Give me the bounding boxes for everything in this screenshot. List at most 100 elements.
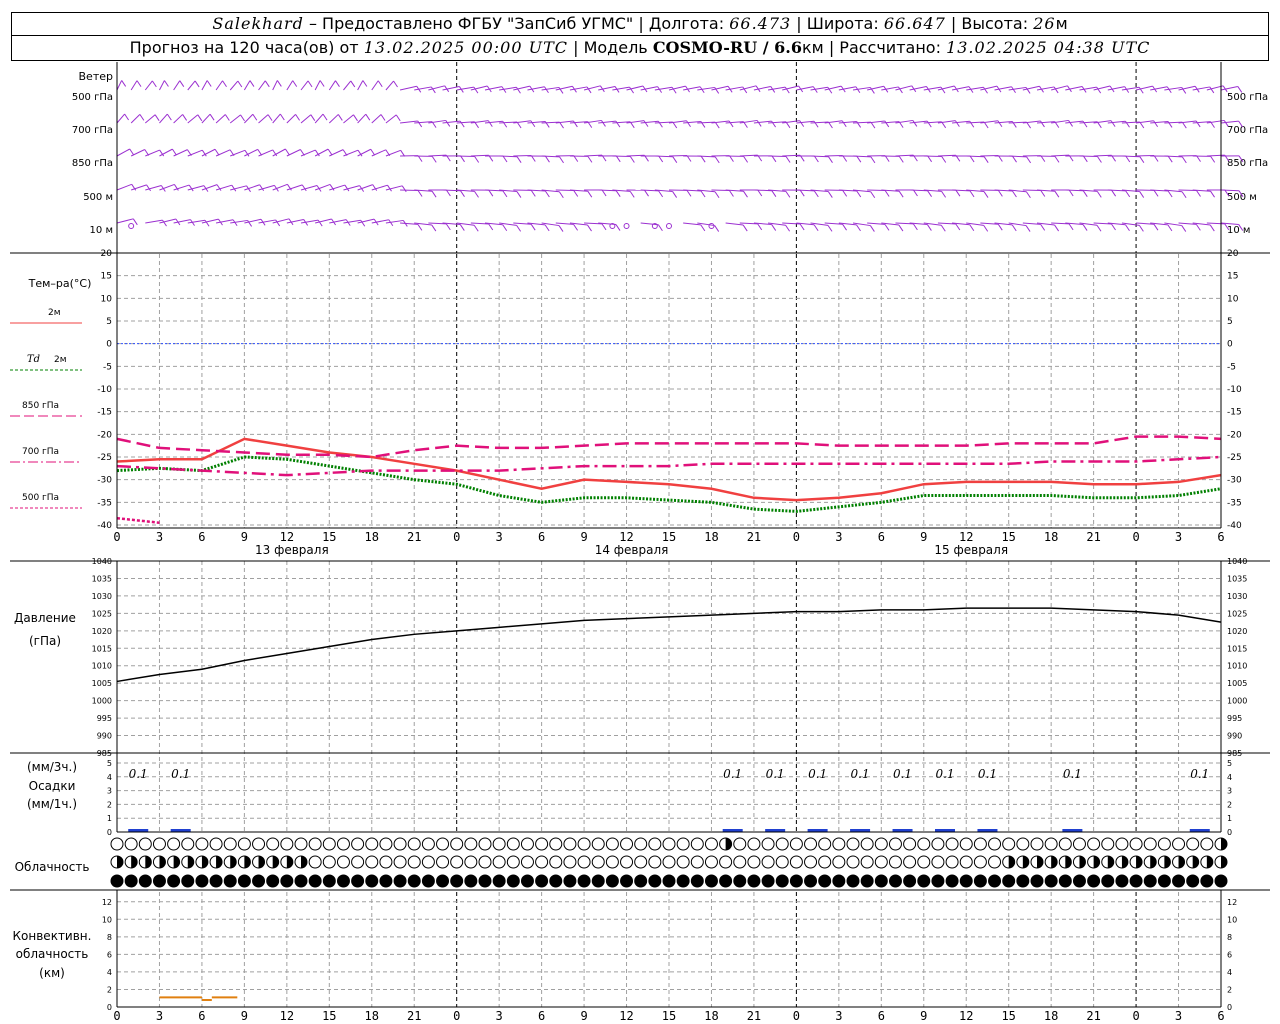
cloud-symbol — [605, 855, 619, 869]
x-tick-temp: 15 — [662, 530, 676, 544]
cloud-half-fill — [117, 856, 123, 868]
cloud-half-fill — [131, 856, 138, 868]
wind-barb-flag — [237, 80, 243, 88]
wind-barb-flag — [1153, 223, 1159, 231]
wind-barb-flag — [983, 225, 989, 232]
cloud-symbol — [549, 837, 563, 851]
wind-barb-flag — [771, 224, 777, 231]
cloud-symbol — [336, 837, 350, 851]
wind-barb-flag — [431, 190, 437, 198]
temp-tick-left: 20 — [101, 249, 113, 259]
cloud-symbol — [676, 874, 690, 888]
wind-barb — [130, 113, 141, 124]
temp-series-line — [116, 516, 160, 524]
cloud-symbol — [832, 855, 846, 869]
wind-barb-flag — [856, 190, 862, 198]
cloud-symbol — [520, 874, 534, 888]
wind-barb-flag — [459, 224, 465, 231]
cloud-symbol — [336, 855, 350, 869]
wind-barb — [980, 85, 998, 91]
cloud-half-fill — [1178, 856, 1185, 868]
wind-barb — [357, 184, 373, 191]
cloud-symbol — [450, 855, 464, 869]
cloud-symbol — [1044, 874, 1058, 888]
wind-barb-flag — [1026, 191, 1031, 198]
date-label: 14 февраля — [595, 543, 669, 557]
cloud-symbol — [860, 855, 874, 869]
x-tick-temp: 12 — [619, 530, 633, 544]
wind-barb-flag — [714, 191, 720, 198]
cloud-symbol — [110, 837, 124, 851]
wind-barb — [215, 80, 223, 91]
wind-barb-flag — [969, 155, 975, 163]
wind-barb — [173, 114, 183, 124]
cloud-symbol — [988, 855, 1002, 869]
cloud-symbol — [676, 837, 690, 851]
cloud-symbol — [1058, 837, 1072, 851]
wind-barb — [272, 80, 278, 91]
cloud-symbol — [620, 874, 634, 888]
x-tick-conv: 6 — [878, 1009, 885, 1023]
wind-barb — [229, 80, 239, 91]
x-tick-temp: 9 — [580, 530, 587, 544]
wind-barb-flag — [516, 225, 522, 232]
cloud-symbol — [888, 837, 902, 851]
wind-barb-flag — [573, 224, 579, 231]
wind-barb-flag — [544, 224, 550, 232]
wind-barb — [187, 114, 199, 124]
cloud-half-fill — [145, 856, 152, 868]
wind-barb-flag — [459, 120, 465, 128]
temp-tick-right: 10 — [1227, 294, 1239, 304]
legend-2m-label: 2м — [48, 308, 61, 318]
wind-barb-flag — [1096, 191, 1102, 198]
cloud-symbol — [634, 855, 648, 869]
wind-barb-flag — [643, 120, 649, 127]
temp-tick-left: 10 — [101, 294, 113, 304]
cloud-symbol — [436, 855, 450, 869]
cloud-symbol — [252, 874, 266, 888]
wind-barb — [1220, 120, 1239, 124]
cloud-symbol — [563, 874, 577, 888]
pres-tick-right: 1005 — [1227, 679, 1247, 688]
cloud-symbol — [294, 874, 308, 888]
wind-barb — [116, 148, 130, 157]
x-tick-conv: 12 — [280, 1009, 294, 1023]
wind-barb-flag — [827, 225, 833, 232]
cloud-symbol — [860, 874, 874, 888]
wind-barb-flag — [714, 121, 720, 129]
temp-tick-left: -25 — [97, 453, 112, 463]
cloud-symbol — [832, 837, 846, 851]
temp-tick-left: -40 — [97, 521, 112, 531]
temp-tick-right: 0 — [1227, 340, 1233, 350]
wind-barb-flag — [586, 86, 592, 94]
cloud-symbol — [223, 837, 237, 851]
wind-barb — [201, 80, 208, 91]
wind-barb-flag — [474, 156, 480, 163]
wind-barb-flag — [1040, 224, 1046, 231]
wind-barb-flag — [869, 225, 875, 232]
cloud-symbol — [733, 837, 747, 851]
temp-tick-right: -15 — [1227, 408, 1242, 418]
wind-barb — [937, 85, 955, 91]
wind-barb-flag — [672, 156, 678, 163]
cloud-symbol — [648, 837, 662, 851]
cloud-symbol — [124, 874, 138, 888]
wind-barb — [229, 114, 241, 124]
cloud-symbol — [634, 837, 648, 851]
wind-barb-flag — [983, 156, 989, 163]
precip-value-label: 0.1 — [851, 767, 870, 781]
wind-barb-flag — [502, 190, 508, 198]
temp-tick-right: -10 — [1227, 385, 1242, 395]
wind-barb-flag — [927, 155, 933, 163]
wind-barb-flag — [1053, 86, 1059, 94]
wind-level-label-right: 500 м — [1227, 192, 1257, 203]
cloud-symbol — [1157, 837, 1171, 851]
x-tick-temp: 3 — [835, 530, 842, 544]
cloud-symbol — [846, 855, 860, 869]
cloud-symbol — [804, 837, 818, 851]
wind-barb-flag — [742, 86, 748, 94]
cloud-symbol — [1016, 874, 1030, 888]
wind-barb-flag — [997, 223, 1003, 231]
prec-tick-left: 0 — [107, 828, 112, 837]
cloud-symbol — [506, 855, 520, 869]
